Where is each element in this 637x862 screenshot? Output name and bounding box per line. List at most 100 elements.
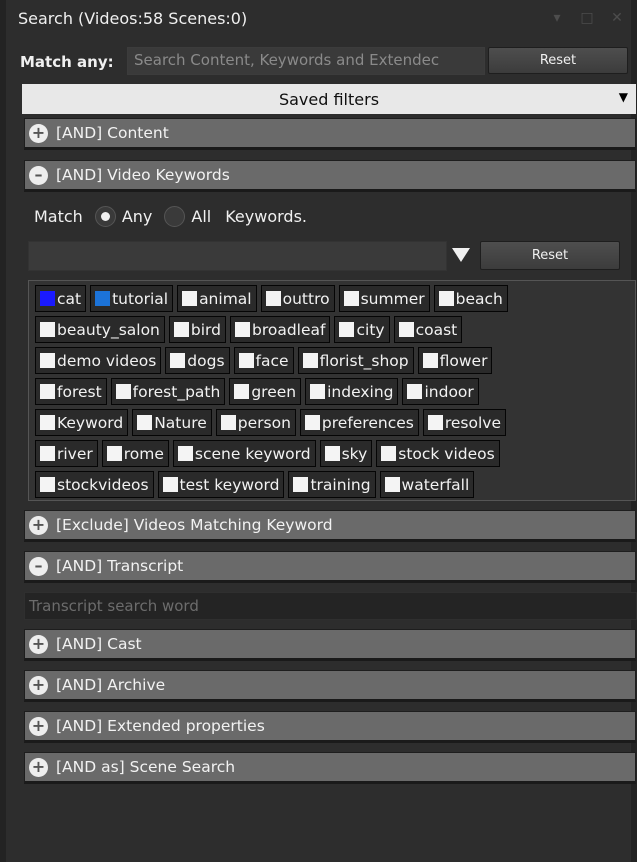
keyword-tag[interactable]: stockvideos <box>35 471 154 498</box>
tag-checkbox[interactable] <box>265 291 281 306</box>
tag-checkbox[interactable] <box>438 291 454 306</box>
radio-all[interactable] <box>164 206 186 227</box>
keyword-tag[interactable]: resolve <box>422 409 506 436</box>
tag-checkbox[interactable] <box>115 384 131 399</box>
maximize-icon[interactable]: □ <box>579 10 595 26</box>
keyword-tag[interactable]: outtro <box>260 285 335 312</box>
tag-checkbox[interactable] <box>182 291 198 306</box>
tag-checkbox[interactable] <box>398 322 414 337</box>
keyword-tag[interactable]: scene keyword <box>172 440 316 467</box>
section-transcript[interactable]: – [AND] Transcript <box>24 551 636 583</box>
keyword-tag[interactable]: Keyword <box>35 409 129 436</box>
tag-checkbox[interactable] <box>324 446 340 461</box>
section-scene-search[interactable]: + [AND as] Scene Search <box>24 752 636 784</box>
keyword-tag[interactable]: cat <box>35 285 87 312</box>
keyword-tag[interactable]: summer <box>338 285 430 312</box>
tag-checkbox[interactable] <box>137 415 153 430</box>
tag-checkbox[interactable] <box>234 384 250 399</box>
keyword-tag[interactable]: flower <box>417 347 493 374</box>
keyword-tag[interactable]: beauty_salon <box>35 316 165 343</box>
tag-checkbox[interactable] <box>302 353 318 368</box>
tag-checkbox[interactable] <box>95 291 111 306</box>
keyword-tag[interactable]: green <box>229 378 302 405</box>
tag-checkbox[interactable] <box>40 291 55 306</box>
section-exclude[interactable]: + [Exclude] Videos Matching Keyword <box>24 510 636 542</box>
tag-checkbox[interactable] <box>304 415 320 430</box>
reset-button[interactable]: Reset <box>488 47 628 74</box>
tag-checkbox[interactable] <box>162 477 178 492</box>
tag-label: coast <box>415 320 458 339</box>
keyword-tag[interactable]: face <box>233 347 294 374</box>
tag-checkbox[interactable] <box>407 384 423 399</box>
keyword-tag[interactable]: person <box>215 409 296 436</box>
tag-checkbox[interactable] <box>343 291 359 306</box>
all-label: All <box>191 207 212 226</box>
tag-checkbox[interactable] <box>310 384 326 399</box>
keyword-tag[interactable]: florist_shop <box>297 347 414 374</box>
section-content[interactable]: + [AND] Content <box>24 118 636 150</box>
tag-checkbox[interactable] <box>220 415 236 430</box>
tag-checkbox[interactable] <box>238 353 254 368</box>
tag-checkbox[interactable] <box>339 322 355 337</box>
keyword-tag[interactable]: forest_path <box>110 378 226 405</box>
keyword-tag[interactable]: beach <box>433 285 508 312</box>
keyword-tag[interactable]: waterfall <box>379 471 475 498</box>
keyword-reset-button[interactable]: Reset <box>480 241 620 270</box>
keyword-tag[interactable]: Nature <box>132 409 212 436</box>
tag-checkbox[interactable] <box>427 415 443 430</box>
dropdown-icon[interactable]: ▾ <box>549 10 565 26</box>
section-extended-properties[interactable]: + [AND] Extended properties <box>24 711 636 743</box>
keyword-tag[interactable]: preferences <box>299 409 419 436</box>
tag-checkbox[interactable] <box>40 415 55 430</box>
keyword-tag[interactable]: tutorial <box>90 285 174 312</box>
close-icon[interactable]: ✕ <box>609 10 625 26</box>
tag-checkbox[interactable] <box>170 353 186 368</box>
keyword-tag[interactable]: indoor <box>402 378 479 405</box>
keyword-tag[interactable]: stock videos <box>376 440 500 467</box>
radio-any[interactable] <box>94 206 116 227</box>
tag-checkbox[interactable] <box>173 322 189 337</box>
tag-label: indexing <box>327 382 394 401</box>
keyword-tag[interactable]: indexing <box>305 378 399 405</box>
tag-label: bird <box>190 320 221 339</box>
keyword-tag[interactable]: forest <box>35 378 107 405</box>
tag-label: broadleaf <box>251 320 326 339</box>
keyword-tag[interactable]: coast <box>393 316 463 343</box>
tag-checkbox[interactable] <box>40 384 55 399</box>
tag-checkbox[interactable] <box>40 322 55 337</box>
keyword-tag[interactable]: training <box>288 471 376 498</box>
chevron-down-icon: ▼ <box>618 90 628 104</box>
keyword-tag[interactable]: demo videos <box>35 347 162 374</box>
tag-checkbox[interactable] <box>40 353 55 368</box>
tag-checkbox[interactable] <box>177 446 193 461</box>
tag-checkbox[interactable] <box>384 477 400 492</box>
keyword-tag[interactable]: river <box>35 440 98 467</box>
keyword-tag[interactable]: city <box>334 316 390 343</box>
tag-checkbox[interactable] <box>422 353 438 368</box>
keyword-tag[interactable]: rome <box>101 440 169 467</box>
tag-checkbox[interactable] <box>40 446 55 461</box>
section-video-keywords[interactable]: – [AND] Video Keywords <box>24 160 636 192</box>
tag-checkbox[interactable] <box>234 322 250 337</box>
transcript-search-input[interactable]: Transcript search word <box>24 592 637 620</box>
section-label: [AND as] Scene Search <box>56 758 236 776</box>
keyword-tag[interactable]: bird <box>168 316 226 343</box>
tag-checkbox[interactable] <box>293 477 309 492</box>
search-input[interactable]: Search Content, Keywords and Extendec <box>127 47 485 75</box>
section-archive[interactable]: + [AND] Archive <box>24 670 636 702</box>
keyword-input[interactable] <box>28 241 447 271</box>
keyword-tag[interactable]: animal <box>177 285 257 312</box>
section-cast[interactable]: + [AND] Cast <box>24 629 636 661</box>
window-title: Search (Videos:58 Scenes:0) <box>18 9 248 28</box>
keyword-tag[interactable]: test keyword <box>157 471 285 498</box>
keyword-tag[interactable]: broadleaf <box>229 316 331 343</box>
keyword-dropdown-icon[interactable] <box>452 248 470 262</box>
keyword-tag[interactable]: dogs <box>165 347 230 374</box>
keyword-tag[interactable]: sky <box>319 440 373 467</box>
tag-checkbox[interactable] <box>106 446 122 461</box>
tag-checkbox[interactable] <box>381 446 397 461</box>
tag-row: demo videos dogs face florist_shop flower <box>35 347 493 375</box>
tag-label: face <box>255 351 289 370</box>
tag-checkbox[interactable] <box>40 477 55 492</box>
saved-filters-dropdown[interactable]: Saved filters ▼ <box>22 84 636 114</box>
